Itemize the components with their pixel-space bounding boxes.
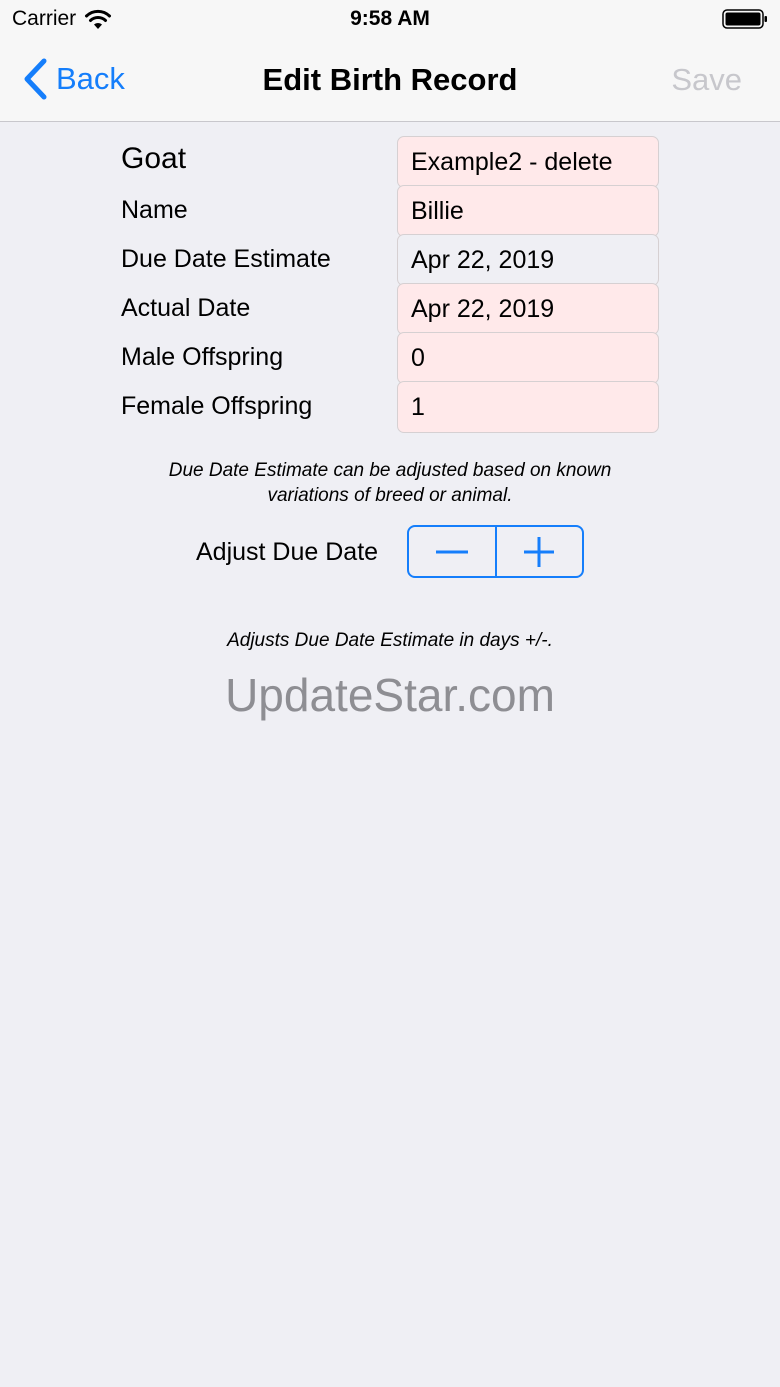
female-offspring-field[interactable]: 1 bbox=[397, 381, 659, 433]
male-offspring-label: Male Offspring bbox=[121, 343, 284, 371]
due-date-label: Due Date Estimate bbox=[121, 245, 331, 273]
battery-icon bbox=[722, 9, 767, 29]
female-offspring-label: Female Offspring bbox=[121, 392, 313, 420]
minus-icon bbox=[435, 550, 468, 553]
actual-date-label: Actual Date bbox=[121, 294, 251, 322]
decrement-button[interactable] bbox=[409, 527, 495, 576]
male-offspring-field[interactable]: 0 bbox=[397, 332, 659, 384]
due-date-field: Apr 22, 2019 bbox=[397, 234, 659, 286]
goat-label: Goat bbox=[121, 142, 187, 175]
increment-button[interactable] bbox=[497, 527, 583, 576]
male-offspring-row: Male Offspring 0 bbox=[121, 332, 661, 384]
name-row: Name Billie bbox=[121, 185, 661, 237]
adjust-note: Adjusts Due Date Estimate in days +/-. bbox=[227, 630, 553, 651]
birth-record-form: Goat Example2 - delete Name Billie Due D… bbox=[121, 136, 661, 433]
save-button[interactable]: Save bbox=[671, 62, 742, 98]
due-date-row: Due Date Estimate Apr 22, 2019 bbox=[121, 234, 661, 286]
adjust-due-date-label: Adjust Due Date bbox=[196, 538, 379, 566]
plus-icon bbox=[524, 536, 555, 567]
page-title: Edit Birth Record bbox=[262, 62, 518, 97]
name-label: Name bbox=[121, 196, 188, 224]
status-bar: Carrier 9:58 AM bbox=[0, 0, 780, 40]
goat-row: Goat Example2 - delete bbox=[121, 136, 661, 188]
adjust-due-date-stepper[interactable] bbox=[407, 525, 584, 578]
due-date-note: Due Date Estimate can be adjusted based … bbox=[168, 460, 612, 506]
actual-date-field[interactable]: Apr 22, 2019 bbox=[397, 283, 659, 335]
watermark: UpdateStar.com bbox=[225, 669, 555, 721]
name-field[interactable]: Billie bbox=[397, 185, 659, 237]
goat-field[interactable]: Example2 - delete bbox=[397, 136, 659, 188]
actual-date-row: Actual Date Apr 22, 2019 bbox=[121, 283, 661, 335]
navigation-bar: Back Edit Birth Record Save bbox=[0, 40, 780, 122]
female-offspring-row: Female Offspring 1 bbox=[121, 381, 661, 433]
status-time: 9:58 AM bbox=[350, 7, 430, 30]
